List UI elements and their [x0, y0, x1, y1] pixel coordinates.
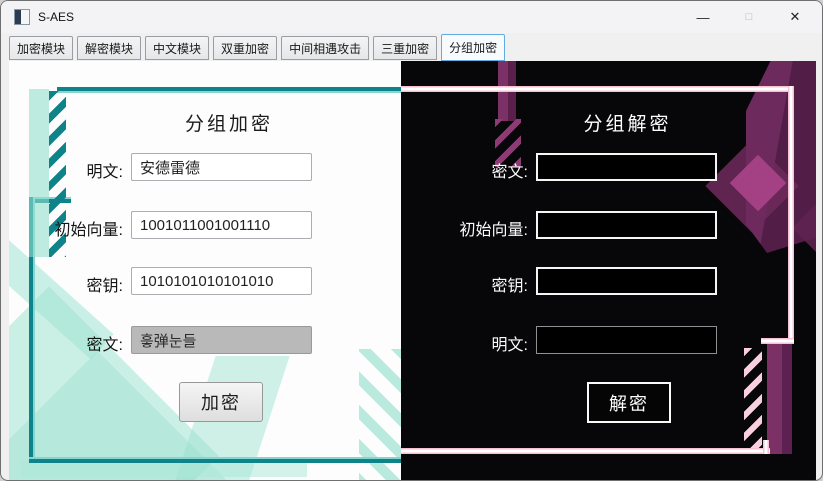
- block-encrypt-panel: 分组加密 明文: 初始向量: 密钥: 密文: 加密: [9, 61, 401, 480]
- pink-frame-stub: [763, 440, 769, 454]
- key-label: 密钥:: [491, 278, 528, 295]
- iv-input[interactable]: [536, 211, 717, 239]
- encrypt-button[interactable]: 加密: [179, 382, 263, 422]
- pink-frame-top: [401, 86, 794, 92]
- tab-decrypt-module[interactable]: 解密模块: [77, 36, 142, 60]
- ciphertext-input[interactable]: [536, 153, 717, 181]
- app-window: S-AES — □ ✕ 加密模块 解密模块 中文模块 双重加密 中间相遇攻击 三…: [0, 0, 823, 481]
- mint-bottom-wash: [21, 461, 307, 477]
- plaintext-label: 明文:: [86, 164, 123, 181]
- pink-frame-step: [761, 338, 794, 344]
- ciphertext-label: 密文:: [86, 337, 123, 354]
- plaintext-output: [536, 326, 717, 354]
- tab-triple-encrypt[interactable]: 三重加密: [373, 36, 438, 60]
- window-controls: — □ ✕: [680, 1, 818, 33]
- plaintext-input[interactable]: [131, 153, 312, 181]
- pink-dash-pattern: [744, 348, 762, 450]
- ciphertext-output: [131, 326, 312, 354]
- tab-chinese-module[interactable]: 中文模块: [145, 36, 210, 60]
- ciphertext-label: 密文:: [491, 164, 528, 181]
- tab-meet-in-middle-attack[interactable]: 中间相遇攻击: [281, 36, 370, 60]
- iv-label: 初始向量:: [459, 222, 528, 239]
- plaintext-label: 明文:: [491, 337, 528, 354]
- key-input[interactable]: [536, 267, 717, 295]
- block-decrypt-panel: 分组解密 密文: 初始向量: 密钥: 明文: 解密: [401, 61, 816, 480]
- window-title: S-AES: [38, 10, 75, 24]
- pink-frame-bottom: [401, 448, 770, 454]
- title-bar: S-AES — □ ✕: [1, 1, 822, 33]
- iv-input[interactable]: [131, 211, 312, 239]
- purple-bottom-bar: [767, 344, 792, 454]
- tab-bar: 加密模块 解密模块 中文模块 双重加密 中间相遇攻击 三重加密 分组加密: [1, 33, 822, 61]
- encrypt-panel-title: 分组加密: [184, 114, 273, 135]
- minimize-button[interactable]: —: [680, 1, 726, 33]
- teal-frame-bottom: [29, 457, 401, 463]
- teal-frame-top: [57, 87, 401, 93]
- maximize-button[interactable]: □: [726, 1, 772, 33]
- tab-encrypt-module[interactable]: 加密模块: [9, 36, 74, 60]
- decrypt-panel-title: 分组解密: [583, 114, 672, 135]
- key-label: 密钥:: [86, 278, 123, 295]
- tab-block-encrypt[interactable]: 分组加密: [441, 34, 506, 61]
- iv-label: 初始向量:: [54, 222, 123, 239]
- app-icon: [14, 9, 30, 25]
- decrypt-button[interactable]: 解密: [587, 382, 671, 423]
- close-button[interactable]: ✕: [772, 1, 818, 33]
- key-input[interactable]: [131, 267, 312, 295]
- tab-double-encrypt[interactable]: 双重加密: [213, 36, 278, 60]
